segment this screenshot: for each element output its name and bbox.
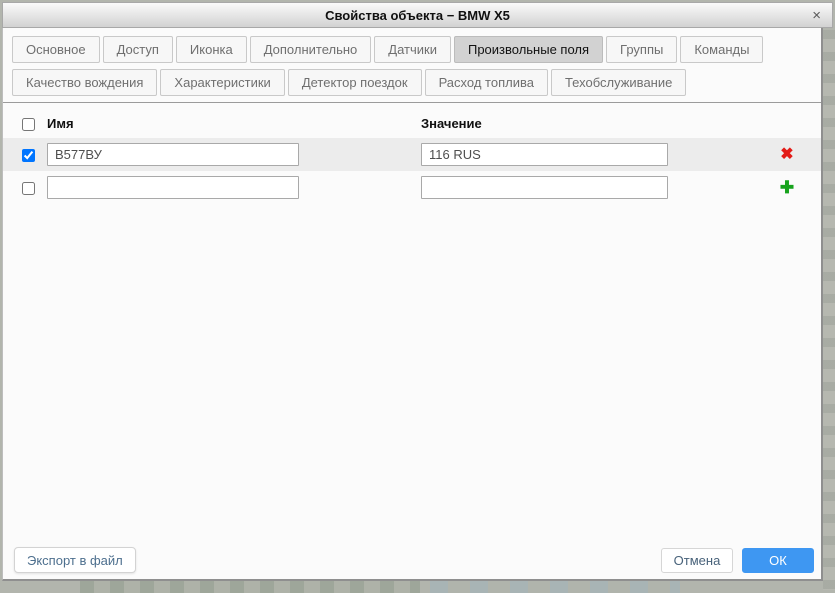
tab-commands[interactable]: Команды: [680, 36, 763, 63]
row-checkbox[interactable]: [22, 149, 35, 162]
tab-characteristics[interactable]: Характеристики: [160, 69, 284, 96]
action-cell: ✚: [763, 179, 811, 196]
export-to-file-button[interactable]: Экспорт в файл: [14, 547, 136, 573]
field-value-input[interactable]: [421, 176, 668, 199]
select-all-checkbox[interactable]: [22, 118, 35, 131]
object-properties-dialog: ОсновноеДоступИконкаДополнительноДатчики…: [2, 28, 823, 581]
add-row-icon[interactable]: ✚: [780, 178, 794, 197]
name-cell: [47, 143, 421, 166]
custom-fields-table: Имя Значение ✖: [3, 108, 821, 204]
background-map-fragment: [430, 581, 680, 593]
background-map-fragment: [80, 581, 420, 593]
value-cell: [421, 176, 763, 199]
tabs-bar: ОсновноеДоступИконкаДополнительноДатчики…: [3, 28, 821, 103]
row-checkbox[interactable]: [22, 182, 35, 195]
tab-advanced[interactable]: Дополнительно: [250, 36, 372, 63]
field-name-input[interactable]: [47, 176, 299, 199]
table-header-row: Имя Значение: [3, 108, 821, 138]
row-checkbox-cell: [22, 180, 47, 195]
delete-row-icon[interactable]: ✖: [780, 146, 793, 163]
ok-button[interactable]: ОК: [742, 548, 814, 573]
tab-sensors[interactable]: Датчики: [374, 36, 451, 63]
tab-fuel-consumption[interactable]: Расход топлива: [425, 69, 548, 96]
action-cell: ✖: [763, 147, 811, 163]
name-cell: [47, 176, 421, 199]
cancel-button[interactable]: Отмена: [661, 548, 733, 573]
dialog-titlebar: Свойства объекта − BMW X5 ×: [2, 2, 833, 28]
tab-groups[interactable]: Группы: [606, 36, 677, 63]
value-cell: [421, 143, 763, 166]
field-name-input[interactable]: [47, 143, 299, 166]
tab-custom-fields[interactable]: Произвольные поля: [454, 36, 603, 63]
background-page-edge: [823, 30, 835, 590]
custom-field-row: ✖: [3, 138, 821, 171]
tab-icon[interactable]: Иконка: [176, 36, 247, 63]
field-value-input[interactable]: [421, 143, 668, 166]
tab-access[interactable]: Доступ: [103, 36, 173, 63]
tab-trip-detector[interactable]: Детектор поездок: [288, 69, 422, 96]
select-all-cell: [22, 115, 47, 130]
column-header-value: Значение: [421, 116, 763, 131]
row-checkbox-cell: [22, 147, 47, 162]
tab-driving-quality[interactable]: Качество вождения: [12, 69, 157, 96]
custom-field-row-new: ✚: [3, 171, 821, 204]
column-header-name: Имя: [47, 116, 421, 131]
dialog-title: Свойства объекта − BMW X5: [325, 8, 510, 23]
tab-general[interactable]: Основное: [12, 36, 100, 63]
close-icon[interactable]: ×: [812, 7, 821, 24]
tab-maintenance[interactable]: Техобслуживание: [551, 69, 686, 96]
